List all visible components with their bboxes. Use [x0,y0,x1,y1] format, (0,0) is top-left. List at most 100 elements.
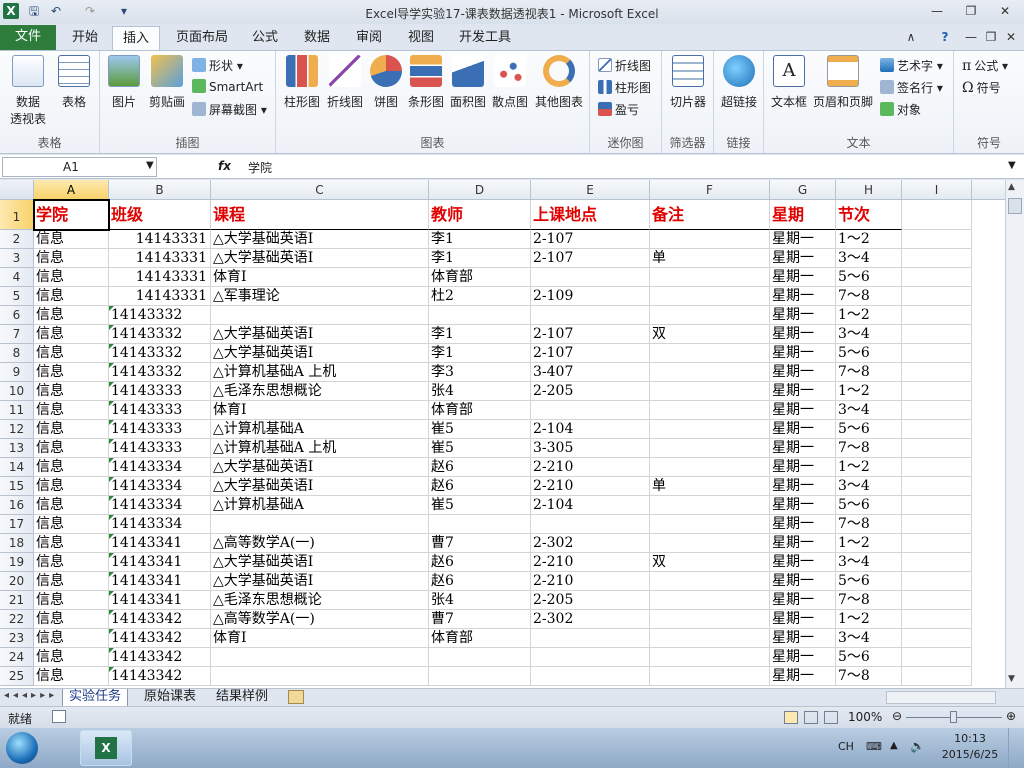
row-header[interactable]: 7 [0,325,34,344]
column-header[interactable]: H [836,180,902,200]
bar-chart-button[interactable]: 条形图 [406,55,446,110]
empty-cell[interactable] [902,648,972,667]
table-cell[interactable]: 2-302 [531,534,650,553]
empty-cell[interactable] [902,287,972,306]
tab-data[interactable]: 数据 [292,26,342,51]
table-cell[interactable]: 信息 [34,344,109,363]
sheet-nav-icon[interactable]: ◂◂◂▸▸▸ [4,690,58,701]
row-header[interactable]: 5 [0,287,34,306]
expand-formula-icon[interactable]: ▼ [1008,160,1016,171]
table-cell[interactable]: 3～4 [836,477,902,496]
empty-cell[interactable] [902,515,972,534]
table-cell[interactable] [531,515,650,534]
table-cell[interactable] [429,648,531,667]
empty-cell[interactable] [902,439,972,458]
other-charts-button[interactable]: 其他图表 [532,55,586,110]
row-header[interactable]: 21 [0,591,34,610]
table-cell[interactable]: 14143341 [109,591,211,610]
table-cell[interactable]: △大学基础英语Ⅰ [211,458,429,477]
table-cell[interactable]: 2-205 [531,591,650,610]
table-cell[interactable]: 双 [650,325,770,344]
language-indicator[interactable]: CH [838,740,854,753]
table-cell[interactable] [650,306,770,325]
name-box-dropdown-icon[interactable]: ▼ [146,160,154,171]
table-cell[interactable]: 7～8 [836,591,902,610]
table-cell[interactable] [429,306,531,325]
table-cell[interactable]: 14143333 [109,420,211,439]
table-cell[interactable]: 星期一 [770,629,836,648]
table-cell[interactable]: 2-104 [531,420,650,439]
row-header[interactable]: 22 [0,610,34,629]
table-cell[interactable]: 星期一 [770,420,836,439]
sheet-tab-tasks[interactable]: 实验任务 [62,689,129,707]
table-cell[interactable]: 1～2 [836,458,902,477]
table-cell[interactable] [531,667,650,686]
table-cell[interactable]: △大学基础英语Ⅰ [211,344,429,363]
table-cell[interactable]: 信息 [34,230,109,249]
table-cell[interactable]: 崔5 [429,439,531,458]
table-cell[interactable]: 信息 [34,401,109,420]
table-cell[interactable]: 信息 [34,534,109,553]
tab-view[interactable]: 视图 [396,26,446,51]
table-cell[interactable]: 2-107 [531,325,650,344]
table-cell[interactable]: 信息 [34,572,109,591]
scroll-down-icon[interactable]: ▼ [1008,674,1015,684]
table-cell[interactable]: △大学基础英语Ⅰ [211,572,429,591]
column-header[interactable]: G [770,180,836,200]
table-cell[interactable]: 14143331 [109,230,211,249]
header-cell[interactable]: 节次 [836,200,902,230]
table-cell[interactable]: 14143334 [109,458,211,477]
sparkline-winloss-button[interactable]: 盈亏 [598,101,639,118]
table-cell[interactable]: 14143341 [109,534,211,553]
table-cell[interactable]: 14143331 [109,268,211,287]
table-cell[interactable]: 赵6 [429,458,531,477]
column-header[interactable]: C [211,180,429,200]
table-cell[interactable]: 信息 [34,268,109,287]
table-cell[interactable]: 双 [650,553,770,572]
table-cell[interactable]: 3～4 [836,553,902,572]
screenshot-button[interactable]: 屏幕截图 ▾ [192,101,267,118]
table-cell[interactable]: △毛泽东思想概论 [211,382,429,401]
smartart-button[interactable]: SmartArt [192,79,263,94]
table-cell[interactable]: 星期一 [770,439,836,458]
sheet-tab-results[interactable]: 结果样例 [210,689,274,707]
table-cell[interactable]: 14143341 [109,572,211,591]
table-cell[interactable]: △大学基础英语Ⅰ [211,230,429,249]
table-cell[interactable] [650,648,770,667]
table-cell[interactable]: 7～8 [836,667,902,686]
table-cell[interactable]: 2-210 [531,477,650,496]
table-cell[interactable]: △大学基础英语Ⅰ [211,477,429,496]
column-header[interactable]: A [34,180,109,200]
table-cell[interactable]: 1～2 [836,230,902,249]
workbook-minimize-icon[interactable]: — [960,28,982,46]
table-cell[interactable] [531,648,650,667]
hyperlink-button[interactable]: 超链接 [718,55,760,110]
row-header[interactable]: 23 [0,629,34,648]
table-cell[interactable]: 1～2 [836,610,902,629]
table-cell[interactable]: 1～2 [836,382,902,401]
table-cell[interactable]: 李1 [429,344,531,363]
zoom-slider-thumb[interactable] [950,711,957,723]
table-cell[interactable]: 5～6 [836,420,902,439]
table-cell[interactable]: 2-210 [531,458,650,477]
table-cell[interactable]: 5～6 [836,496,902,515]
table-cell[interactable] [650,610,770,629]
empty-cell[interactable] [902,591,972,610]
table-cell[interactable]: 单 [650,477,770,496]
table-cell[interactable]: 信息 [34,439,109,458]
empty-cell[interactable] [902,553,972,572]
object-button[interactable]: 对象 [880,101,921,118]
column-chart-button[interactable]: 柱形图 [282,55,322,110]
row-header[interactable]: 9 [0,363,34,382]
table-cell[interactable]: 5～6 [836,268,902,287]
table-cell[interactable]: 14143331 [109,287,211,306]
table-cell[interactable]: 信息 [34,610,109,629]
table-cell[interactable]: 体育部 [429,401,531,420]
table-cell[interactable]: 14143342 [109,610,211,629]
table-cell[interactable] [429,515,531,534]
line-chart-button[interactable]: 折线图 [324,55,366,110]
table-cell[interactable]: 单 [650,249,770,268]
empty-cell[interactable] [902,534,972,553]
table-cell[interactable]: 体育部 [429,629,531,648]
close-icon[interactable]: ✕ [994,2,1016,20]
